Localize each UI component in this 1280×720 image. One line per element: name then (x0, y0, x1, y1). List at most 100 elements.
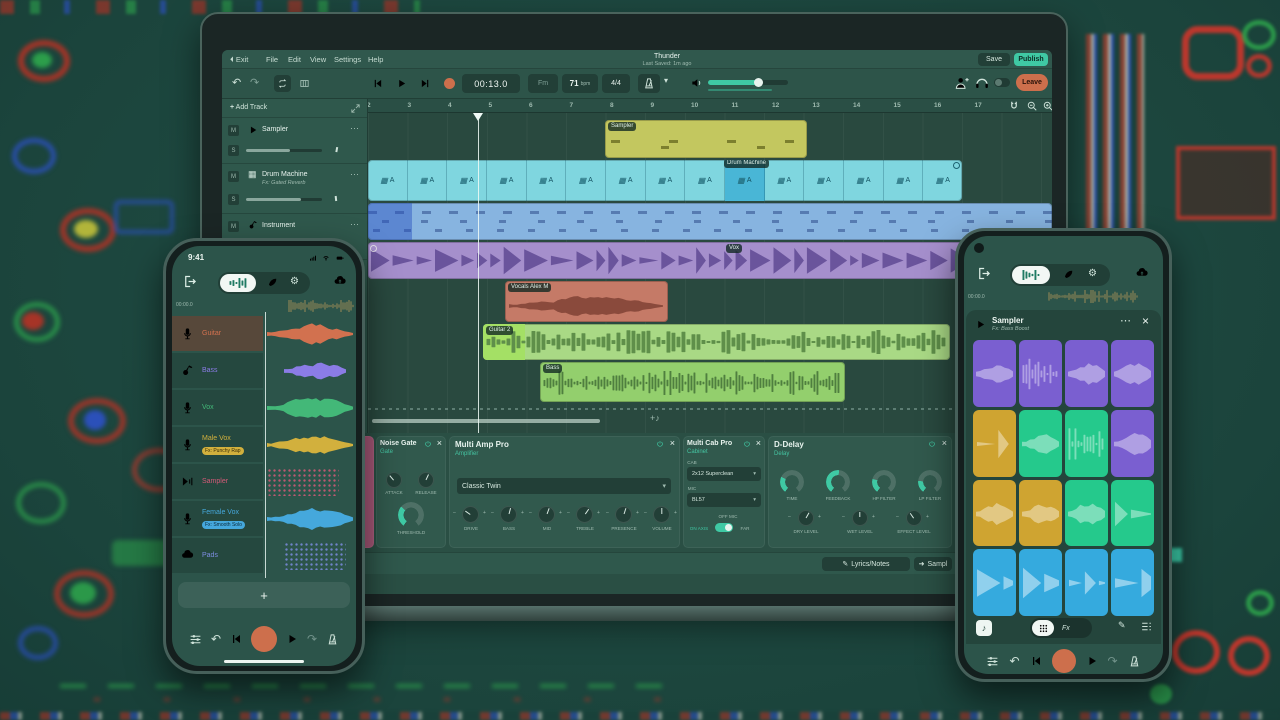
skip-end-button[interactable] (418, 76, 433, 91)
mute-button[interactable]: M (228, 125, 239, 136)
track-row-guitar[interactable]: Guitar (172, 316, 356, 352)
track-menu-icon[interactable]: ⋯ (350, 123, 359, 134)
pencil-icon[interactable]: ✎ (1118, 620, 1126, 631)
drum-clip-cell[interactable]: ▦A (685, 160, 725, 201)
track-volume-slider[interactable] (246, 149, 322, 152)
drum-clip-cell[interactable]: ▦A (527, 160, 567, 201)
sampler-pad[interactable] (1111, 480, 1154, 547)
power-icon[interactable] (656, 440, 664, 448)
mode-switcher[interactable]: ⚙ (218, 272, 310, 294)
metronome-icon[interactable] (1128, 655, 1141, 668)
key-display[interactable]: Fm (528, 74, 558, 93)
mode-tracks-selected[interactable] (220, 274, 256, 292)
sampler-pad[interactable] (1019, 549, 1062, 616)
drum-clip-cell[interactable]: ▦A (765, 160, 805, 201)
undo-icon[interactable]: ↶ (1009, 654, 1019, 668)
record-button[interactable] (1052, 649, 1076, 673)
gear-icon[interactable]: ⚙ (290, 276, 299, 287)
drum-clip-cell[interactable]: ▦A (884, 160, 924, 201)
play-icon[interactable] (286, 633, 298, 645)
sampler-pad[interactable] (973, 410, 1016, 477)
overview-strip[interactable] (1048, 290, 1138, 303)
skip-start-icon[interactable] (230, 633, 242, 645)
drum-clip-cell[interactable]: ▦A (606, 160, 646, 201)
mode-switcher[interactable]: ⚙ (1010, 264, 1110, 286)
close-icon[interactable]: × (942, 438, 947, 448)
sampler-pad[interactable] (1019, 340, 1062, 407)
fx-panel-multi-amp-pro[interactable]: Multi Amp Pro Amplifier × Classic Twin▾ … (449, 436, 680, 548)
drum-clip-cell[interactable]: ▦A (844, 160, 884, 201)
metronome-button[interactable] (638, 74, 660, 93)
fx-mode[interactable]: Fx (1062, 625, 1070, 632)
mid-knob[interactable] (538, 506, 555, 523)
drum-clip-cell[interactable]: ▦A (447, 160, 487, 201)
mixer-icon[interactable] (189, 633, 202, 646)
feather-icon[interactable] (266, 277, 278, 289)
mixer-icon[interactable] (986, 655, 999, 668)
piano-roll-button[interactable] (296, 75, 313, 92)
loop-button[interactable] (274, 75, 291, 92)
cab-select[interactable]: 2x12 Superclean▾ (687, 467, 761, 481)
zoom-in-icon[interactable] (1042, 100, 1052, 112)
track-header-drum-machine[interactable]: M ▦ Drum Machine Fx: Gated Reverb ⋯ S (222, 164, 367, 214)
threshold-knob[interactable] (398, 502, 424, 528)
track-row-pads[interactable]: Pads (172, 538, 356, 574)
redo-icon[interactable]: ↷ (1108, 654, 1118, 668)
mic-select[interactable]: BL57▾ (687, 493, 761, 507)
time-knob[interactable] (780, 470, 804, 494)
menu-edit[interactable]: Edit (288, 55, 301, 64)
record-button[interactable] (444, 78, 455, 89)
menu-file[interactable]: File (266, 55, 278, 64)
lyrics-notes-button[interactable]: ✎Lyrics/Notes (822, 557, 910, 571)
skip-start-icon[interactable] (1030, 655, 1042, 667)
automation-lane[interactable] (368, 408, 1052, 410)
track-row-sampler[interactable]: Sampler (172, 464, 356, 500)
drum-clip-cell[interactable]: ▦A (487, 160, 527, 201)
pads-fx-switcher[interactable]: Fx (1030, 618, 1092, 638)
headphones-icon[interactable] (974, 75, 990, 91)
clip-loop-handle[interactable] (953, 162, 960, 169)
pads-mode-selected[interactable] (1032, 620, 1054, 636)
vocals-clip[interactable]: Vocals Alex M (505, 281, 668, 322)
overview-strip[interactable] (288, 300, 354, 312)
skip-start-button[interactable] (370, 76, 385, 91)
dry-level-knob[interactable] (798, 510, 814, 526)
instrument-clip[interactable] (368, 203, 1052, 240)
amp-model-select[interactable]: Classic Twin▾ (457, 478, 671, 494)
close-icon[interactable]: × (670, 438, 675, 448)
drum-machine-clip[interactable]: ▦A ▦A ▦A ▦A ▦A ▦A ▦A ▦A ▦A ▦A ▦A ▦A ▦A ▦… (368, 160, 962, 201)
treble-knob[interactable] (576, 506, 593, 523)
release-knob[interactable] (418, 472, 434, 488)
fx-panel-d-delay[interactable]: D-Delay Delay × TIME FEEDBACK HP FILTER … (768, 436, 952, 548)
sampler-pad[interactable] (1111, 410, 1154, 477)
volume-slider[interactable] (708, 80, 788, 85)
bass-clip[interactable]: Bass (540, 362, 845, 402)
vox-clip[interactable]: Vox (368, 242, 1044, 279)
timesig-display[interactable]: 4/4 (602, 74, 630, 93)
sampler-pad[interactable] (1111, 340, 1154, 407)
guitar2-clip[interactable]: Guitar 2 (483, 324, 950, 360)
playhead[interactable] (478, 113, 479, 433)
volume-slider-thumb[interactable] (754, 78, 763, 87)
mic-position-toggle[interactable] (715, 523, 733, 532)
clip-left-handle[interactable] (370, 245, 377, 252)
attack-knob[interactable] (386, 472, 402, 488)
redo-button[interactable]: ↷ (250, 76, 259, 89)
sample-button[interactable]: ➜ Sampl (914, 557, 952, 571)
track-row-female-vox[interactable]: Female Vox Fx: Smooth Solo (172, 501, 356, 537)
solo-button[interactable]: S (228, 145, 239, 156)
sampler-clip[interactable]: Sampler (605, 120, 807, 158)
mute-button[interactable]: M (228, 221, 239, 232)
track-row-male-vox[interactable]: Male Vox Fx: Punchy Rap (172, 427, 356, 463)
snap-magnet-icon[interactable] (1008, 100, 1020, 112)
redo-icon[interactable]: ↷ (307, 632, 317, 646)
menu-settings[interactable]: Settings (334, 55, 361, 64)
hp-filter-knob[interactable] (872, 470, 896, 494)
mute-button[interactable]: M (228, 171, 239, 182)
sampler-pad[interactable] (1019, 410, 1062, 477)
record-button[interactable] (251, 626, 277, 652)
fx-panel-multi-cab-pro[interactable]: Multi Cab Pro Cabinet × CAB 2x12 Supercl… (683, 436, 765, 548)
add-track-button[interactable]: + Add Track (222, 99, 367, 118)
play-icon[interactable] (1086, 655, 1098, 667)
sampler-pad[interactable] (1065, 410, 1108, 477)
